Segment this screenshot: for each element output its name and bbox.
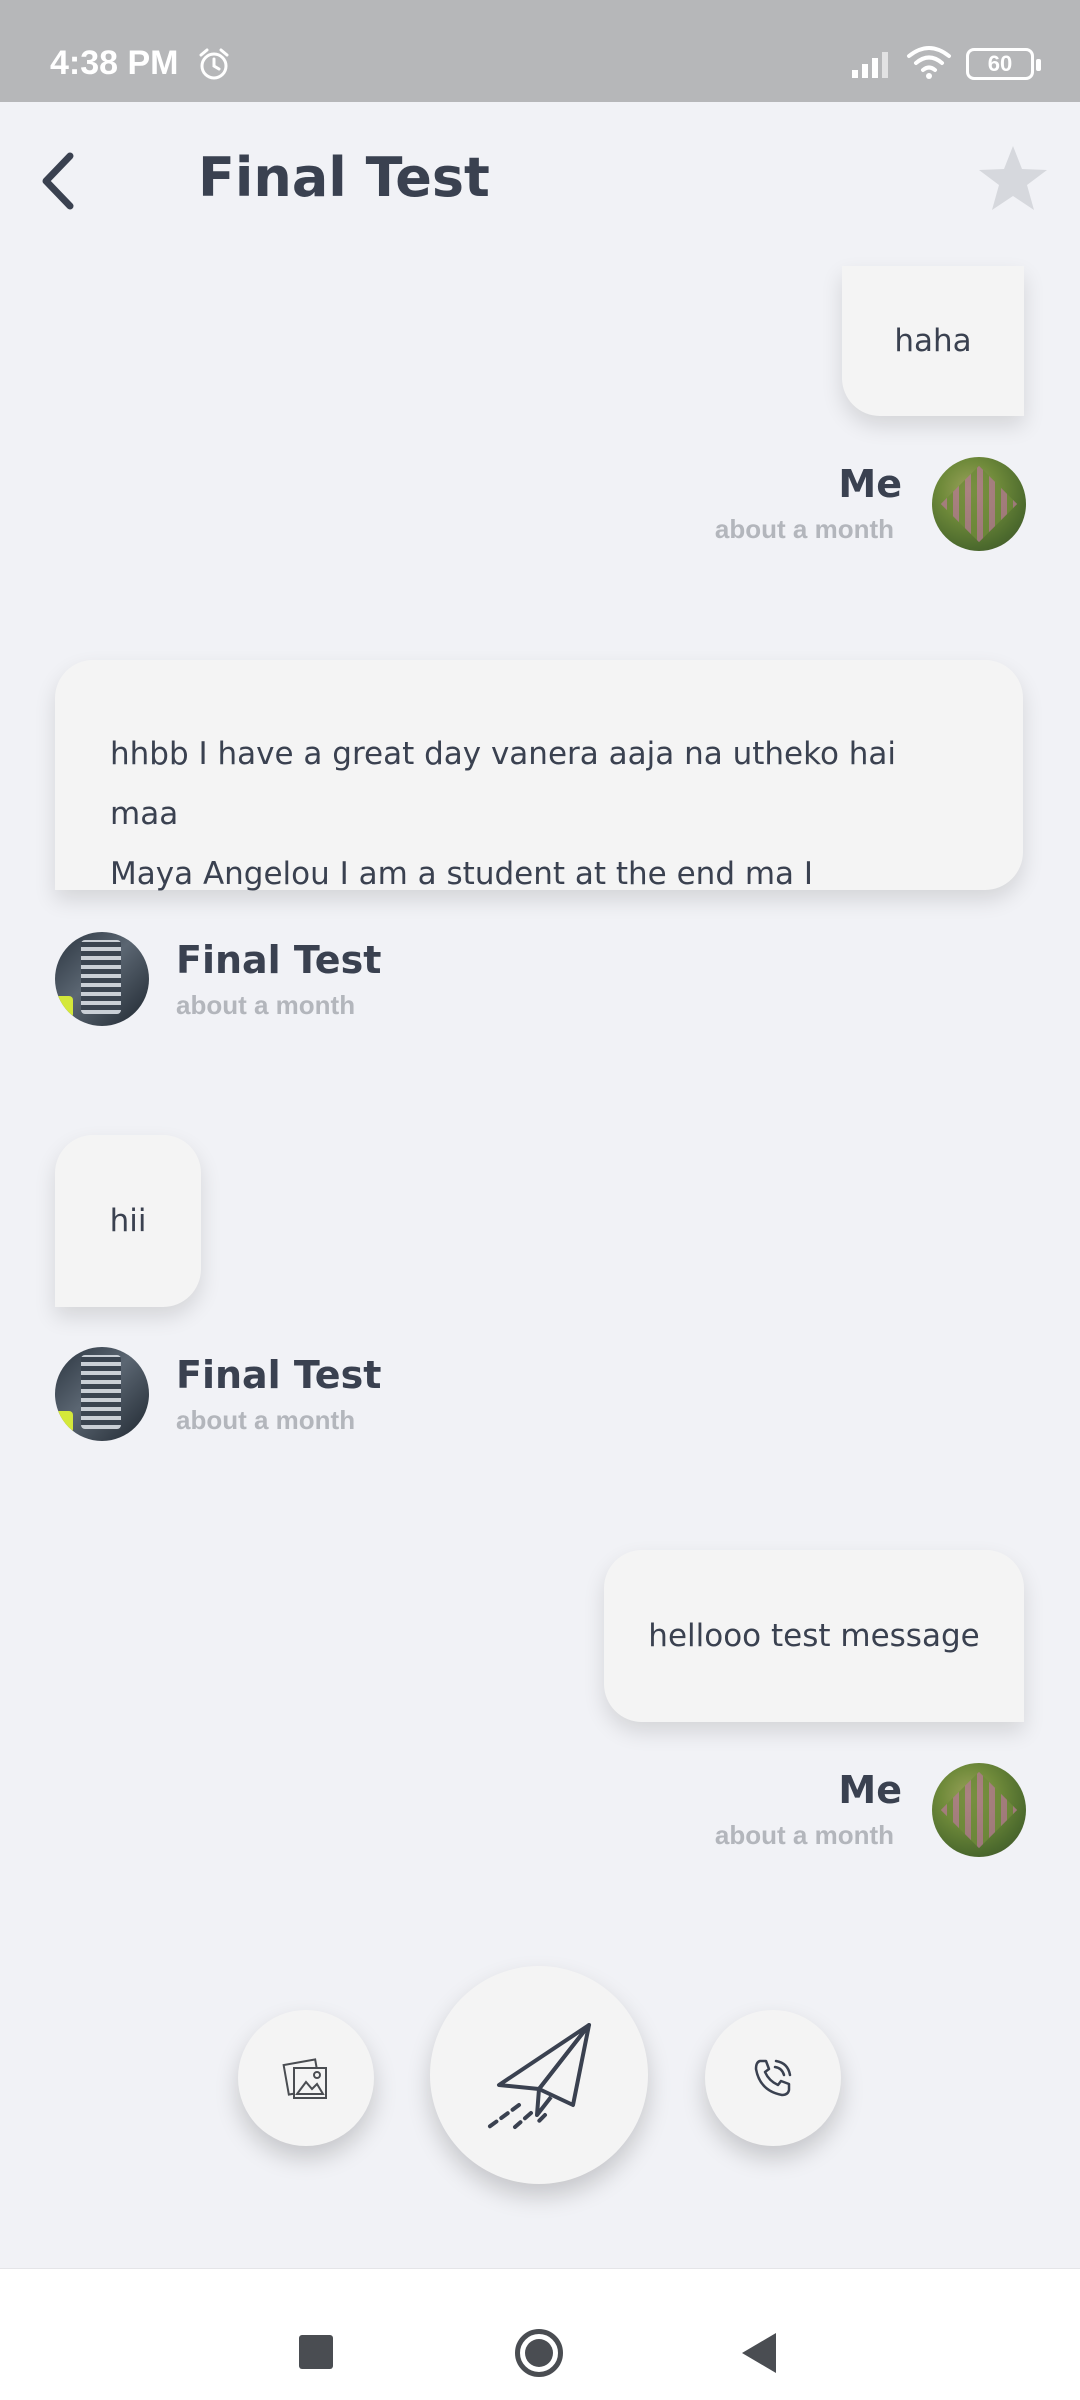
message-bubble-me[interactable]: hellooo test message <box>604 1550 1024 1722</box>
sender-name: Final Test <box>176 1353 382 1397</box>
back-button[interactable] <box>30 146 90 216</box>
status-time: 4:38 PM <box>50 44 179 82</box>
message-text: haha <box>894 323 972 359</box>
alarm-icon <box>199 48 229 80</box>
send-button[interactable] <box>430 1966 648 2184</box>
message-time: about a month <box>176 990 356 1020</box>
phone-call-icon <box>754 2059 792 2097</box>
system-nav-bar <box>0 2268 1080 2400</box>
message-bubble-them[interactable]: hhbb I have a great day vanera aaja na u… <box>55 660 1023 892</box>
avatar <box>932 457 1026 551</box>
image-gallery-icon <box>282 2058 327 2099</box>
gallery-button[interactable] <box>238 2010 374 2146</box>
paper-plane-icon <box>487 2023 591 2129</box>
battery-level: 60 <box>987 51 1013 76</box>
sender-name: Final Test <box>176 938 382 982</box>
status-bar: 4:38 PM 60 <box>0 0 1080 102</box>
message-text: hii <box>109 1203 147 1239</box>
message-bubble-them[interactable]: hii <box>55 1135 201 1307</box>
signal-icon <box>852 52 888 78</box>
call-button[interactable] <box>705 2010 841 2146</box>
avatar <box>55 1347 149 1441</box>
message-time: about a month <box>714 514 894 544</box>
message-text-line: Maya Angelou I am a student at the end m… <box>110 856 814 892</box>
back-triangle-icon[interactable] <box>742 2333 776 2373</box>
message-text: hellooo test message <box>648 1618 980 1654</box>
recents-square-icon[interactable] <box>299 2335 333 2369</box>
star-icon[interactable] <box>976 142 1050 216</box>
message-bubble-me[interactable]: haha <box>842 266 1024 416</box>
message-time: about a month <box>714 1820 894 1850</box>
wifi-icon <box>907 46 951 79</box>
avatar <box>55 932 149 1026</box>
sender-name: Me <box>838 462 902 506</box>
battery-icon: 60 <box>966 48 1041 80</box>
chat-header: Final Test <box>0 102 1080 266</box>
avatar <box>932 1763 1026 1857</box>
message-time: about a month <box>176 1405 356 1435</box>
home-circle-icon[interactable] <box>515 2329 563 2377</box>
sender-name: Me <box>838 1768 902 1812</box>
page-title: Final Test <box>198 146 490 209</box>
message-text-line: hhbb I have a great day vanera aaja na u… <box>110 736 897 832</box>
